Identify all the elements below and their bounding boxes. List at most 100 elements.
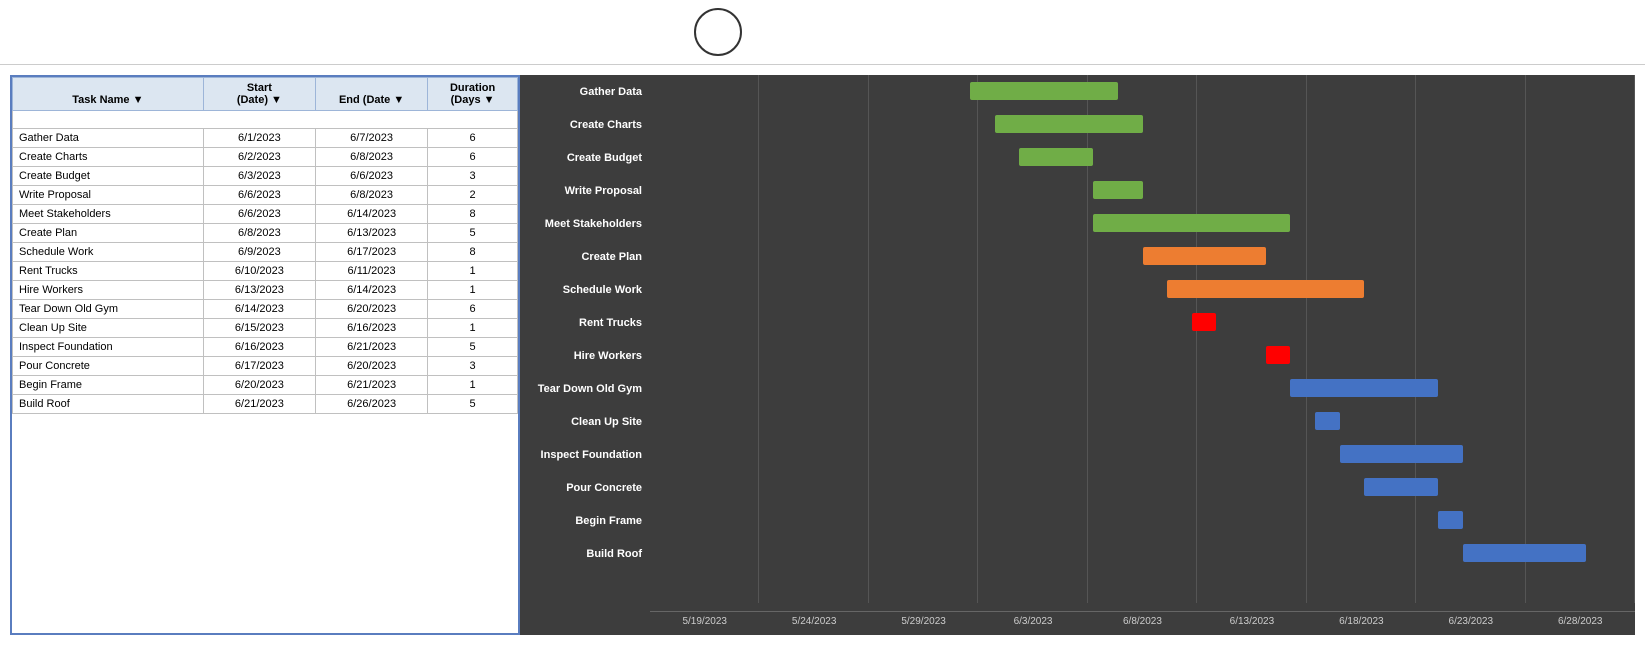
- table-row: Hire Workers 6/13/2023 6/14/2023 1: [13, 281, 518, 300]
- task-start: 6/16/2023: [203, 338, 315, 357]
- gantt-bar: [1192, 313, 1217, 331]
- task-end: 6/20/2023: [315, 357, 427, 376]
- task-start: 6/3/2023: [203, 167, 315, 186]
- task-duration: 1: [428, 376, 518, 395]
- task-start: 6/8/2023: [203, 224, 315, 243]
- task-start: 6/9/2023: [203, 243, 315, 262]
- table-row: Create Budget 6/3/2023 6/6/2023 3: [13, 167, 518, 186]
- chart-label: Begin Frame: [520, 504, 650, 537]
- task-start: 6/21/2023: [203, 395, 315, 414]
- task-name: Create Charts: [13, 148, 204, 167]
- task-duration: 5: [428, 395, 518, 414]
- task-duration: 5: [428, 224, 518, 243]
- chart-label: Build Roof: [520, 537, 650, 570]
- task-name: Meet Stakeholders: [13, 205, 204, 224]
- chart-label: Hire Workers: [520, 339, 650, 372]
- chart-label: Rent Trucks: [520, 306, 650, 339]
- axis-label: 6/3/2023: [978, 611, 1087, 627]
- gantt-bar: [1143, 247, 1266, 265]
- axis-label: 6/28/2023: [1526, 611, 1635, 627]
- chart-label: Meet Stakeholders: [520, 207, 650, 240]
- task-duration: 1: [428, 319, 518, 338]
- task-name: Write Proposal: [13, 186, 204, 205]
- task-end: 6/7/2023: [315, 129, 427, 148]
- table-row: Schedule Work 6/9/2023 6/17/2023 8: [13, 243, 518, 262]
- task-duration: 3: [428, 167, 518, 186]
- gantt-bar: [1019, 148, 1093, 166]
- task-start: 6/6/2023: [203, 186, 315, 205]
- task-end: 6/8/2023: [315, 148, 427, 167]
- task-name: Begin Frame: [13, 376, 204, 395]
- task-end: 6/21/2023: [315, 376, 427, 395]
- task-end: 6/6/2023: [315, 167, 427, 186]
- chart-label: Pour Concrete: [520, 471, 650, 504]
- gantt-bar: [1093, 214, 1290, 232]
- task-duration: 6: [428, 148, 518, 167]
- gantt-bar: [1290, 379, 1438, 397]
- gantt-table: Task Name ▼ Start(Date) ▼ End (Date ▼ Du…: [10, 75, 520, 635]
- table-row: Rent Trucks 6/10/2023 6/11/2023 1: [13, 262, 518, 281]
- axis-label: 6/8/2023: [1088, 611, 1197, 627]
- chart-label: Create Plan: [520, 240, 650, 273]
- table-row: Clean Up Site 6/15/2023 6/16/2023 1: [13, 319, 518, 338]
- task-start: 6/13/2023: [203, 281, 315, 300]
- chart-label: Gather Data: [520, 75, 650, 108]
- task-name: Schedule Work: [13, 243, 204, 262]
- pm-logo: [694, 8, 742, 56]
- task-duration: 6: [428, 129, 518, 148]
- task-start: 6/15/2023: [203, 319, 315, 338]
- gantt-bar: [1463, 544, 1586, 562]
- task-end: 6/14/2023: [315, 281, 427, 300]
- task-name: Tear Down Old Gym: [13, 300, 204, 319]
- task-start: 6/17/2023: [203, 357, 315, 376]
- task-end: 6/20/2023: [315, 300, 427, 319]
- table-row: Meet Stakeholders 6/6/2023 6/14/2023 8: [13, 205, 518, 224]
- gantt-bar: [1315, 412, 1340, 430]
- gantt-bar: [1266, 346, 1291, 364]
- table-row: Create Charts 6/2/2023 6/8/2023 6: [13, 148, 518, 167]
- task-end: 6/11/2023: [315, 262, 427, 281]
- task-name: Rent Trucks: [13, 262, 204, 281]
- chart-label: Create Budget: [520, 141, 650, 174]
- axis-label: 6/18/2023: [1307, 611, 1416, 627]
- gantt-bar: [1340, 445, 1463, 463]
- task-end: 6/8/2023: [315, 186, 427, 205]
- gantt-bar: [995, 115, 1143, 133]
- table-row: Gather Data 6/1/2023 6/7/2023 6: [13, 129, 518, 148]
- gantt-bar: [1438, 511, 1463, 529]
- task-name: Create Plan: [13, 224, 204, 243]
- task-name: Clean Up Site: [13, 319, 204, 338]
- gantt-bar: [1364, 478, 1438, 496]
- axis-label: 5/24/2023: [759, 611, 868, 627]
- task-duration: 8: [428, 205, 518, 224]
- chart-label: Schedule Work: [520, 273, 650, 306]
- task-duration: 6: [428, 300, 518, 319]
- axis-label: 5/29/2023: [869, 611, 978, 627]
- task-start: 6/10/2023: [203, 262, 315, 281]
- gantt-bar: [1093, 181, 1142, 199]
- chart-label: Tear Down Old Gym: [520, 372, 650, 405]
- task-name: Inspect Foundation: [13, 338, 204, 357]
- table-row: Write Proposal 6/6/2023 6/8/2023 2: [13, 186, 518, 205]
- task-end: 6/26/2023: [315, 395, 427, 414]
- task-end: 6/17/2023: [315, 243, 427, 262]
- chart-label: Create Charts: [520, 108, 650, 141]
- axis-label: 6/13/2023: [1197, 611, 1306, 627]
- gantt-bar: [970, 82, 1118, 100]
- gantt-chart: Gather DataCreate ChartsCreate BudgetWri…: [520, 75, 1635, 635]
- table-row: Pour Concrete 6/17/2023 6/20/2023 3: [13, 357, 518, 376]
- task-name: Build Roof: [13, 395, 204, 414]
- task-start: 6/14/2023: [203, 300, 315, 319]
- col-header-duration: Duration(Days ▼: [428, 78, 518, 111]
- table-row: Create Plan 6/8/2023 6/13/2023 5: [13, 224, 518, 243]
- task-start: 6/2/2023: [203, 148, 315, 167]
- task-start: 6/20/2023: [203, 376, 315, 395]
- task-name: Hire Workers: [13, 281, 204, 300]
- task-end: 6/14/2023: [315, 205, 427, 224]
- task-end: 6/13/2023: [315, 224, 427, 243]
- task-duration: 1: [428, 281, 518, 300]
- col-header-end: End (Date ▼: [315, 78, 427, 111]
- col-header-task: Task Name ▼: [13, 78, 204, 111]
- task-end: 6/21/2023: [315, 338, 427, 357]
- axis-label: 6/23/2023: [1416, 611, 1525, 627]
